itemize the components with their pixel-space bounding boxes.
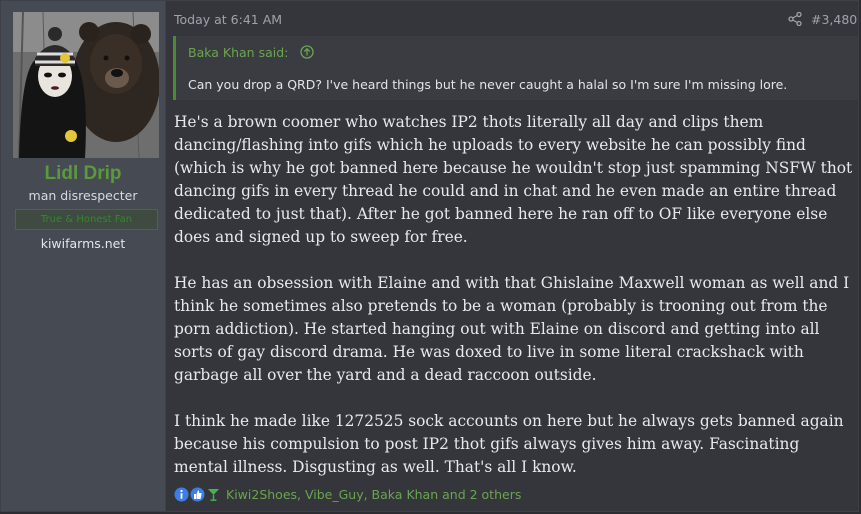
user-banner: True & Honest Fan [15, 209, 158, 230]
reactions-bar[interactable]: Kiwi2Shoes, Vibe_Guy, Baka Khan and 2 ot… [174, 487, 521, 502]
thumbs-up-icon [190, 487, 205, 502]
post-paragraph: He's a brown coomer who watches IP2 thot… [174, 113, 853, 246]
informative-icon [174, 487, 189, 502]
quote-text: Can you drop a QRD? I've heard things bu… [188, 77, 788, 92]
quote-block: Baka Khan said: Can you drop a QRD? I've… [173, 36, 858, 100]
username[interactable]: Lidl Drip [1, 163, 165, 185]
reaction-users[interactable]: Kiwi2Shoes, Vibe_Guy, Baka Khan and 2 ot… [226, 487, 521, 502]
user-title: man disrespecter [28, 188, 138, 203]
post-main: Today at 6:41 AM #3,480 Baka Khan said: … [166, 1, 858, 511]
post-number[interactable]: #3,480 [811, 12, 857, 27]
avatar[interactable] [13, 12, 159, 158]
avatar-image [13, 12, 159, 158]
forum-post: Lidl Drip man disrespecter True & Honest… [0, 0, 859, 512]
user-cell: Lidl Drip man disrespecter True & Honest… [1, 1, 166, 511]
post-body: He's a brown coomer who watches IP2 thot… [174, 111, 854, 502]
post-date[interactable]: Today at 6:41 AM [174, 12, 282, 27]
cocktail-icon [208, 489, 219, 501]
quote-author[interactable]: Baka Khan said: [188, 45, 288, 60]
circle-arrow-up-icon[interactable] [300, 45, 314, 59]
post-paragraph: I think he made like 1272525 sock accoun… [174, 412, 844, 476]
user-site: kiwifarms.net [40, 236, 126, 251]
share-icon[interactable] [788, 12, 802, 26]
post-paragraph: He has an obsession with Elaine and with… [174, 274, 850, 384]
